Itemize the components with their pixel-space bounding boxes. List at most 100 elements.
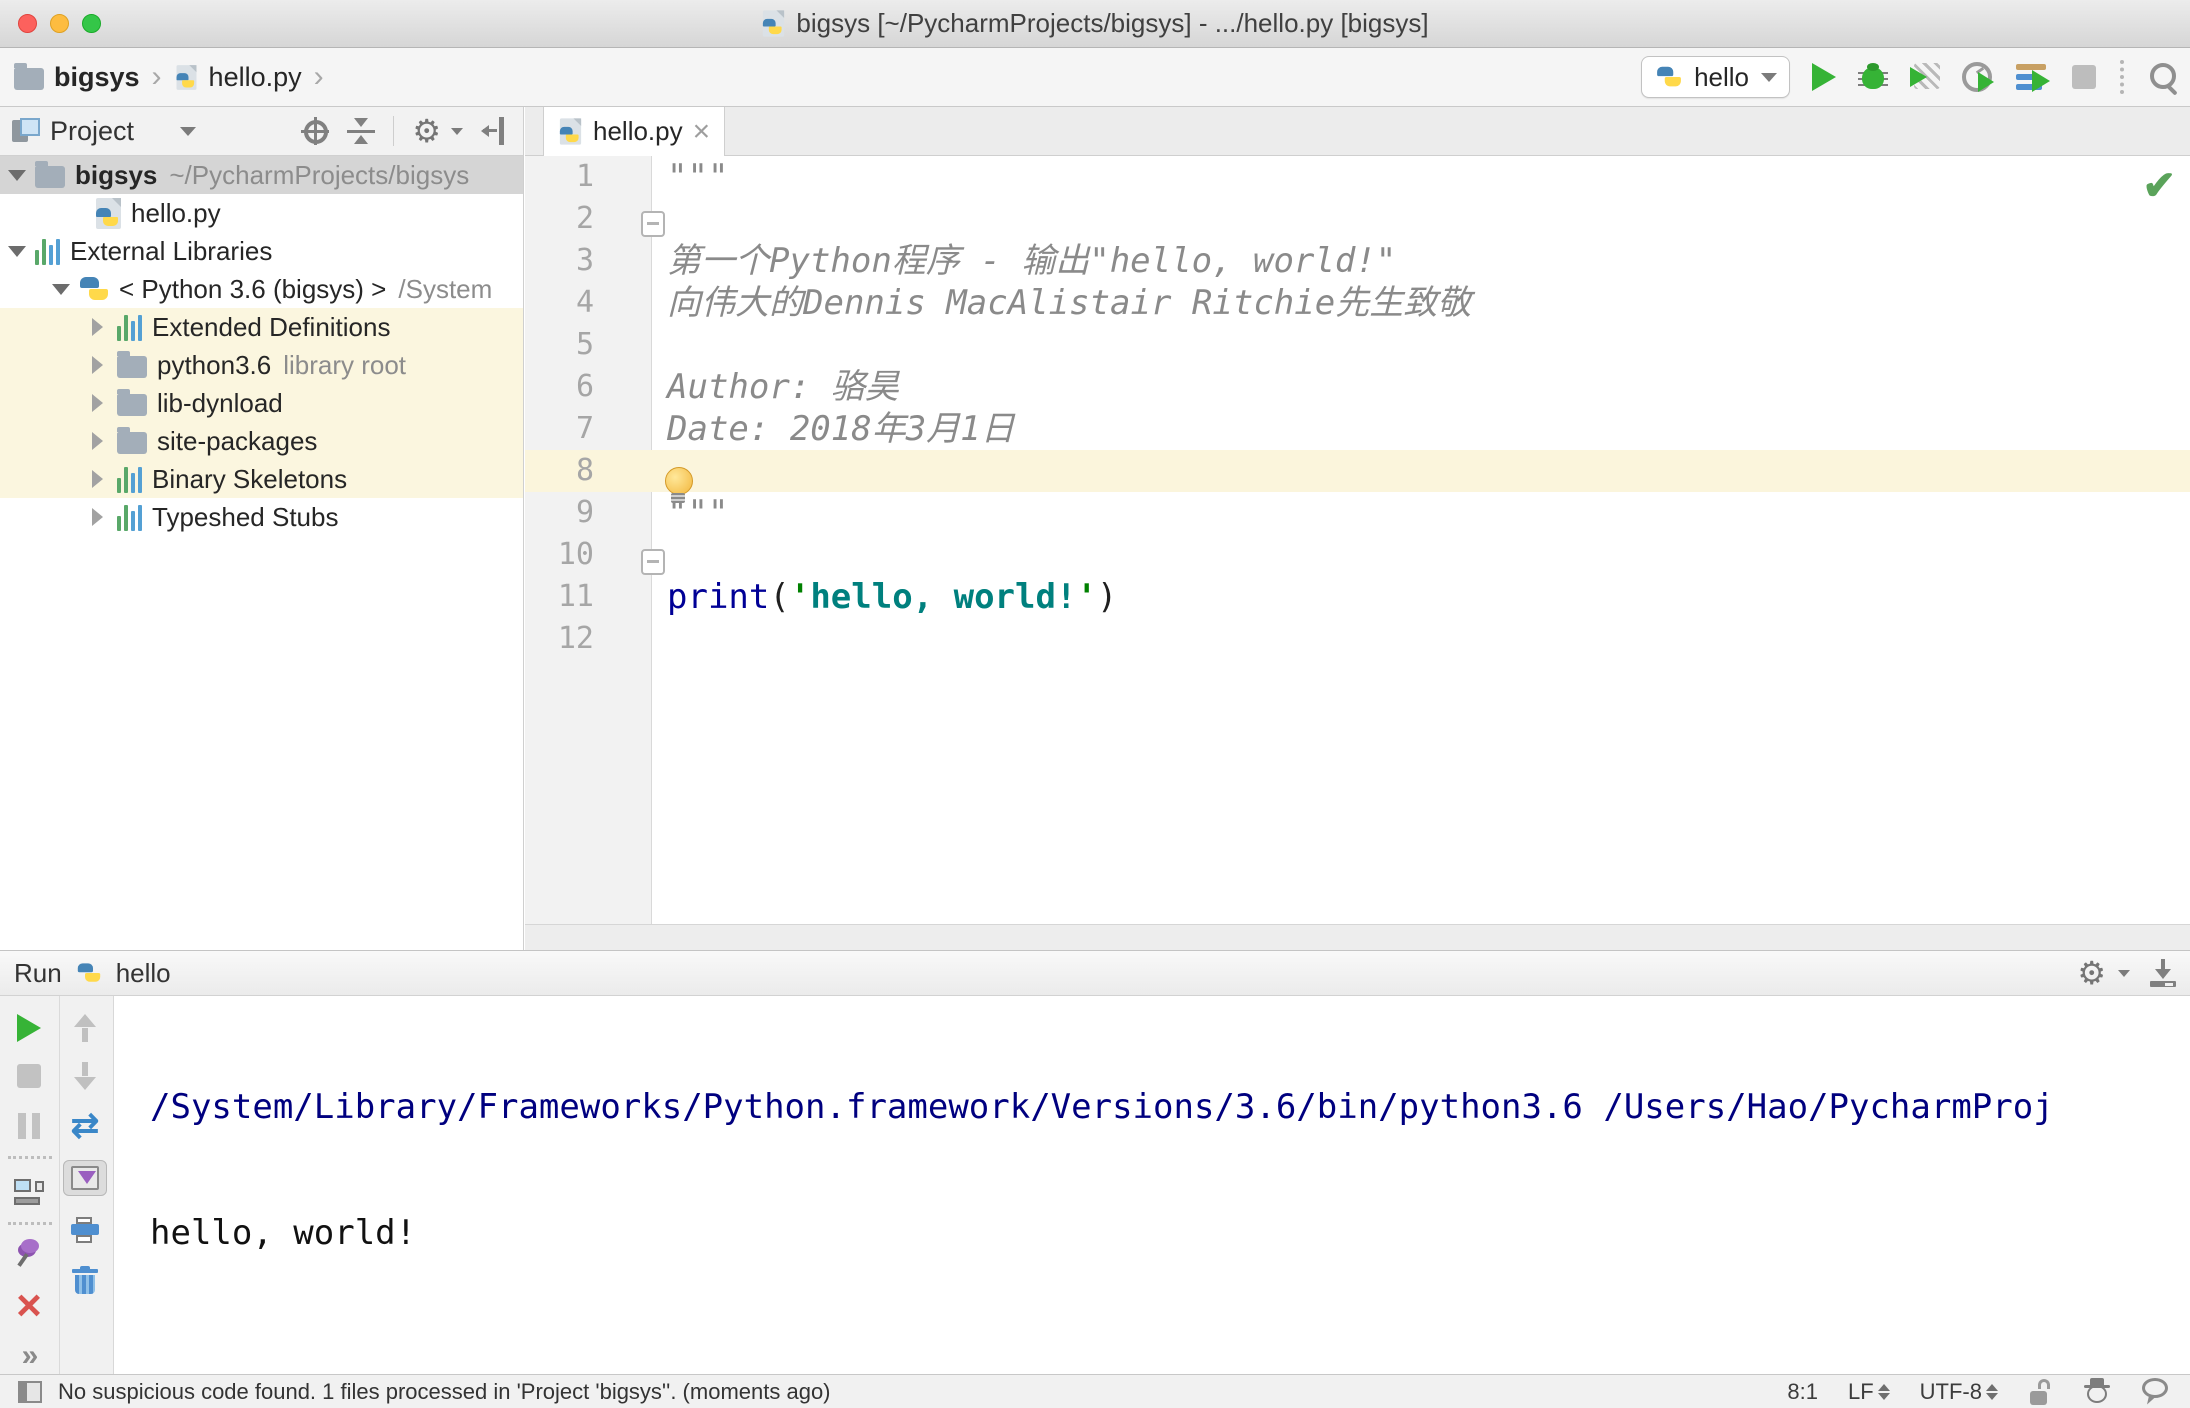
line-number: 1 xyxy=(575,159,594,194)
concurrency-diagram-button[interactable] xyxy=(2016,62,2050,92)
inspections-ok-icon[interactable]: ✔ xyxy=(2142,163,2176,209)
line-number: 5 xyxy=(575,327,594,362)
toolbar-divider xyxy=(393,116,395,146)
tree-item-python36[interactable]: python3.6 library root xyxy=(0,346,523,384)
tree-item-path: ~/PycharmProjects/bigsys xyxy=(169,159,470,190)
file-encoding-widget[interactable]: UTF-8 xyxy=(1920,1379,1998,1405)
scroll-from-source-button[interactable] xyxy=(301,117,330,145)
tree-item-site-packages[interactable]: site-packages xyxy=(0,422,523,460)
scroll-to-end-button-active[interactable] xyxy=(63,1160,107,1196)
python-file-icon xyxy=(96,197,121,229)
line-number: 3 xyxy=(575,243,594,278)
breadcrumb-project[interactable]: bigsys xyxy=(54,62,140,93)
tree-item-label: Binary Skeletons xyxy=(152,463,348,494)
collapsed-arrow-icon[interactable] xyxy=(92,318,103,336)
tree-item-label: External Libraries xyxy=(70,235,273,266)
run-with-coverage-button[interactable] xyxy=(1910,63,1940,91)
stop-button-disabled xyxy=(2072,65,2096,89)
collapsed-arrow-icon[interactable] xyxy=(92,394,103,412)
toolbar-divider xyxy=(59,996,60,1374)
close-window-button[interactable] xyxy=(18,14,37,33)
prev-occurrence-button-disabled xyxy=(63,1010,107,1046)
tree-item-label: lib-dynload xyxy=(157,387,283,418)
run-panel-body: × » ⇄ /System/Library/Frameworks/Python.… xyxy=(0,996,2190,1374)
tree-item-hello-py[interactable]: hello.py xyxy=(0,194,523,232)
hide-panel-button[interactable] xyxy=(481,117,507,145)
collapsed-arrow-icon[interactable] xyxy=(92,470,103,488)
profiler-button[interactable] xyxy=(1962,62,1994,92)
line-separator-widget[interactable]: LF xyxy=(1848,1379,1890,1405)
settings-gear-button[interactable]: ⚙ xyxy=(412,115,441,147)
tree-item-type: library root xyxy=(283,349,407,380)
search-everywhere-button[interactable] xyxy=(2148,61,2180,96)
hector-inspections-icon[interactable] xyxy=(2082,1377,2112,1406)
expanded-arrow-icon[interactable] xyxy=(8,169,26,181)
library-icon xyxy=(117,466,142,493)
close-tab-icon[interactable]: × xyxy=(693,116,711,147)
pin-tab-button[interactable] xyxy=(7,1236,51,1272)
tree-item-lib-dynload[interactable]: lib-dynload xyxy=(0,384,523,422)
line-number: 4 xyxy=(575,285,594,320)
fold-region-end-icon[interactable] xyxy=(641,549,665,575)
code-editor[interactable]: 1 """ 2 3 第一个Python程序 - 输出"hello, world!" … xyxy=(525,156,2190,924)
run-console-output[interactable]: /System/Library/Frameworks/Python.framew… xyxy=(113,996,2190,1374)
more-options-chevrons[interactable]: » xyxy=(7,1338,51,1374)
minimize-window-button[interactable] xyxy=(50,14,69,33)
line-number: 10 xyxy=(557,537,594,572)
run-panel-title[interactable]: Run xyxy=(14,958,62,989)
library-icon xyxy=(35,238,60,265)
restore-layout-button[interactable] xyxy=(7,1174,51,1210)
run-configuration-select[interactable]: hello xyxy=(1641,56,1790,98)
rerun-button[interactable] xyxy=(7,1010,51,1046)
code-line-6: Author: 骆昊 xyxy=(667,367,899,407)
updown-arrows-icon xyxy=(1877,1383,1890,1400)
breadcrumb-file[interactable]: hello.py xyxy=(209,62,302,93)
lock-icon[interactable] xyxy=(2028,1378,2052,1405)
chevron-down-icon xyxy=(451,127,463,135)
collapse-all-button[interactable] xyxy=(347,116,376,146)
print-button[interactable] xyxy=(63,1212,107,1248)
editor-tab-hello-py[interactable]: hello.py × xyxy=(543,107,726,156)
window-controls xyxy=(18,0,101,47)
title-bar[interactable]: bigsys [~/PycharmProjects/bigsys] - .../… xyxy=(0,0,2190,48)
tree-item-external-libraries[interactable]: External Libraries xyxy=(0,232,523,270)
window-title: bigsys [~/PycharmProjects/bigsys] - .../… xyxy=(796,8,1429,38)
tree-item-typeshed-stubs[interactable]: Typeshed Stubs xyxy=(0,498,523,536)
collapsed-arrow-icon[interactable] xyxy=(92,508,103,526)
python-file-icon xyxy=(763,10,785,37)
line-number: 12 xyxy=(557,621,594,656)
soft-wrap-button[interactable]: ⇄ xyxy=(63,1107,107,1145)
pause-output-button-disabled xyxy=(7,1108,51,1144)
intention-bulb-icon[interactable] xyxy=(663,467,693,507)
debug-button[interactable] xyxy=(1858,63,1888,91)
zoom-window-button[interactable] xyxy=(82,14,101,33)
run-button[interactable] xyxy=(1812,63,1836,91)
updown-arrows-icon xyxy=(1986,1383,1998,1400)
line-number: 6 xyxy=(575,369,594,404)
python-logo-icon xyxy=(77,961,101,985)
run-config-name: hello xyxy=(115,957,171,988)
tree-item-project-root[interactable]: bigsys ~/PycharmProjects/bigsys xyxy=(0,156,523,194)
event-log-bubble-icon[interactable] xyxy=(2142,1377,2172,1406)
caret-position-widget[interactable]: 8:1 xyxy=(1787,1379,1818,1405)
chevron-down-icon xyxy=(1761,72,1777,82)
run-panel-header: Run hello ⚙ xyxy=(0,951,2190,996)
tree-item-extended-definitions[interactable]: Extended Definitions xyxy=(0,308,523,346)
status-message[interactable]: No suspicious code found. 1 files proces… xyxy=(58,1379,831,1405)
expanded-arrow-icon[interactable] xyxy=(8,245,26,257)
collapsed-arrow-icon[interactable] xyxy=(92,356,103,374)
dock-panel-button[interactable] xyxy=(2150,959,2176,987)
project-panel-title[interactable]: Project xyxy=(50,116,134,147)
collapsed-arrow-icon[interactable] xyxy=(92,432,103,450)
settings-gear-button[interactable]: ⚙ xyxy=(2077,957,2106,989)
chevron-down-icon[interactable] xyxy=(180,126,197,136)
clear-all-button[interactable] xyxy=(63,1262,107,1298)
expanded-arrow-icon[interactable] xyxy=(52,283,70,295)
fold-region-start-icon[interactable] xyxy=(641,211,665,237)
tree-item-binary-skeletons[interactable]: Binary Skeletons xyxy=(0,460,523,498)
tree-item-python-interpreter[interactable]: < Python 3.6 (bigsys) > /System xyxy=(0,270,523,308)
close-panel-button[interactable]: × xyxy=(7,1284,51,1328)
tool-window-quick-access-icon[interactable] xyxy=(18,1380,42,1403)
run-tool-window: Run hello ⚙ × » ⇄ /System/Library/Framew… xyxy=(0,950,2190,1374)
toolbar-divider xyxy=(8,1156,52,1159)
